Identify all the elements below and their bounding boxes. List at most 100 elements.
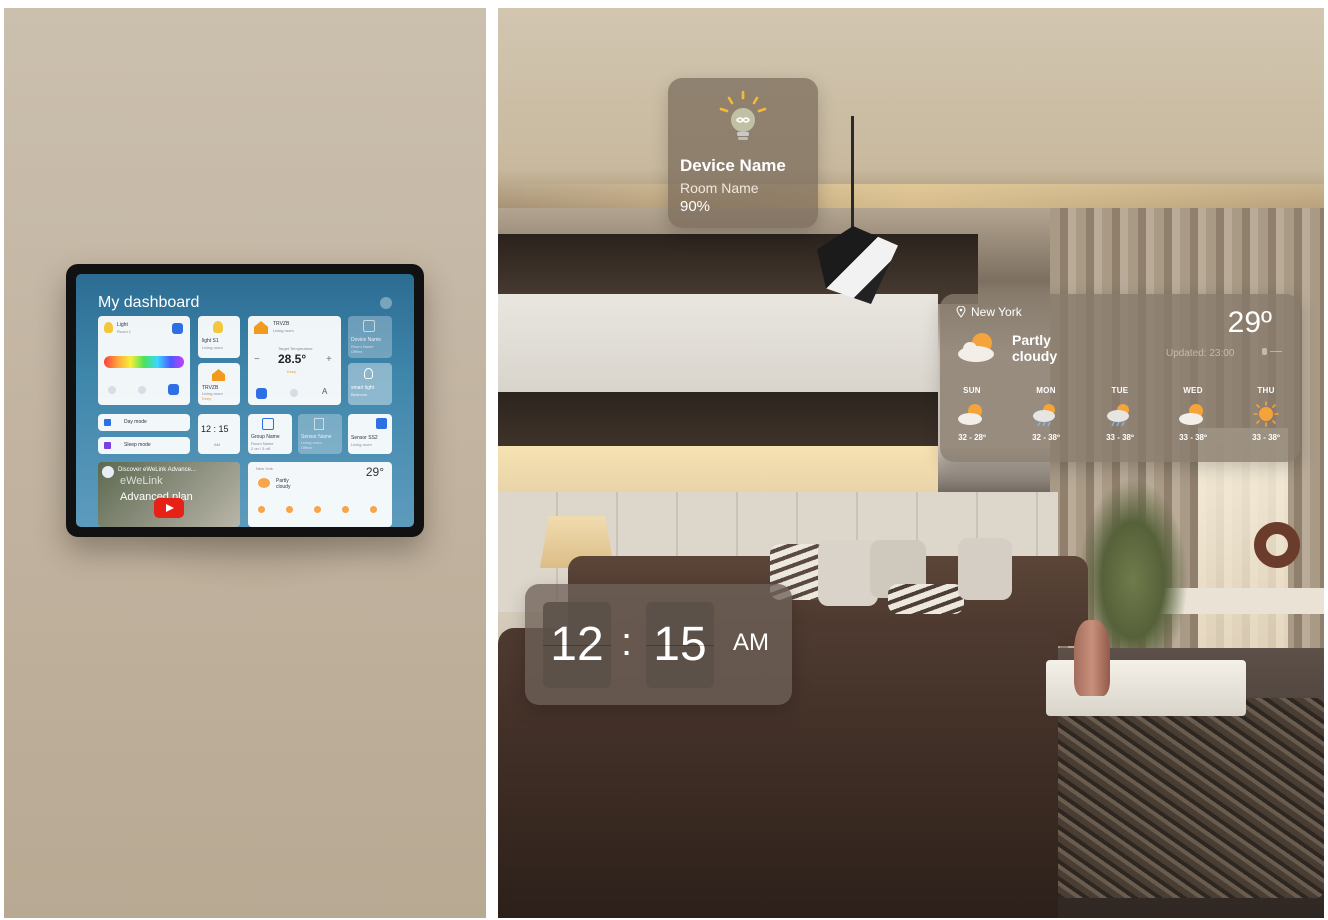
partly-cloudy-icon [958,333,994,362]
sun-icon [1253,401,1279,427]
more-icon[interactable] [380,297,392,309]
brightness-icon[interactable] [108,386,116,394]
video-title: Discover eWeLink Advance... [118,467,196,473]
settings-icon[interactable] [168,384,179,395]
dashboard-title: My dashboard [98,294,200,311]
weather-temperature: 29º [1227,306,1272,339]
day-mode-button[interactable]: Day mode [98,414,190,431]
clock-hours: 12 [543,602,611,688]
forecast-day: TUE 33 - 38º [1090,386,1150,442]
pendant-cord [851,116,854,228]
partly-cloudy-icon [958,404,982,425]
switch-icon [363,320,375,332]
smart-light-card[interactable]: smart light Bedroom [348,363,392,405]
tablet-clock-period: AM [214,442,220,447]
sensor-offline-card[interactable]: Sensor Name Living room Offline [298,414,342,454]
tablet-weather-city: New York [256,466,273,471]
forecast-range: 33 - 38º [1179,433,1207,442]
sensor-card[interactable]: Sensor SS2 Living room [348,414,392,454]
rain-icon [1033,404,1055,427]
partly-cloudy-icon [1179,404,1203,425]
video-card[interactable]: Discover eWeLink Advance... eWeLink Adva… [98,462,240,527]
tablet-weather-cond: Partly cloudy [276,478,291,490]
scene-icon [104,419,111,426]
light-s1-card[interactable]: light S1 Living room [198,316,240,358]
tablet-weather-card[interactable]: New York 29° Partly cloudy [248,462,392,527]
vase [1074,620,1110,696]
lightbulb-icon [364,368,373,379]
tablet-screen: My dashboard Light Room 1 light S1 Livin… [76,274,414,527]
target-temp-label: Target Temperature [278,346,313,351]
forecast-day: SUN 32 - 28º [942,386,1002,442]
target-temp: 28.5° [278,352,307,366]
forecast-day: MON 32 - 38º [1016,386,1076,442]
ceiling [498,8,1324,208]
shelf-light [498,446,938,494]
pillow [888,584,964,614]
sleep-mode-button[interactable]: Sleep mode [98,437,190,454]
light-room: Room 1 [117,329,132,334]
forecast-day-name: THU [1257,386,1275,395]
refresh-icon[interactable] [1262,347,1284,357]
forecast-range: 32 - 38º [1032,433,1060,442]
location-pin-icon [956,306,966,318]
minus-icon[interactable]: − [254,354,260,365]
contrast-icon[interactable] [138,386,146,394]
power-button[interactable] [256,388,267,399]
forecast-icon [314,506,321,513]
clock-widget: 12 : 15 AM [525,584,792,705]
forecast-icon [370,506,377,513]
video-channel: eWeLink [120,475,163,487]
offline-device-status: Offline [351,349,363,354]
tablet-device: My dashboard Light Room 1 light S1 Livin… [66,264,424,537]
pillow [958,538,1012,600]
light-s1-name: light S1 [202,338,219,344]
device-room: Room Name [680,180,759,196]
clock-card: 12 : 15 AM [198,414,240,454]
pillow [818,540,878,606]
forecast-icon [258,506,265,513]
channel-avatar [102,466,114,478]
trvzb-card[interactable]: TRVZB Living room Target Temperature − 2… [248,316,341,405]
trvzb-card-small[interactable]: TRVZB Living room Keep [198,363,240,405]
power-button[interactable] [172,323,183,334]
color-slider[interactable] [104,356,184,368]
partly-cloudy-icon [258,478,270,488]
sensor-icon [314,418,324,430]
sensor-name: Sensor SS2 [351,435,378,441]
play-button[interactable] [154,498,184,518]
weather-condition: Partly cloudy [1012,332,1058,364]
light-card[interactable]: Light Room 1 [98,316,190,405]
weather-widget[interactable]: New York 29º Partly cloudy Updated: 23:0… [940,294,1300,462]
group-card[interactable]: Group Name Room Name 2 on / 3 off [248,414,292,454]
forecast-day-name: WED [1183,386,1203,395]
smart-light-room: Bedroom [351,392,368,397]
shelf [498,392,938,450]
clock-minutes: 15 [646,602,714,688]
group-icon [262,418,274,430]
thermostat-house-icon [212,369,225,381]
device-name: Device Name [680,156,786,175]
lightbulb-icon [104,322,113,333]
sensor-room: Living room [351,442,372,447]
clock-separator: : [621,620,633,664]
plus-icon[interactable]: + [326,354,332,365]
auto-icon[interactable]: A [322,387,327,396]
hand-icon[interactable] [290,389,298,397]
device-widget[interactable]: Device Name Room Name 90% [668,78,818,228]
group-sub: 2 on / 3 off [251,446,270,451]
forecast-range: 33 - 38º [1106,433,1134,442]
trvzb-room: Living room [273,328,294,333]
forecast-icon [342,506,349,513]
forecast-day-name: TUE [1111,386,1129,395]
tablet-clock-time: 12 : 15 [201,424,229,434]
forecast-range: 32 - 28º [958,433,986,442]
trvzb-mode: Keep [287,369,297,374]
trvzb-small-status: Keep [202,396,212,401]
light-s1-room: Living room [202,345,223,350]
scene: My dashboard Light Room 1 light S1 Livin… [0,0,1328,920]
weather-updated: Updated: 23:00 [1166,348,1235,359]
shelf-panel [498,294,938,394]
offline-device-card[interactable]: Device Name Room Name Offline [348,316,392,358]
clock-period: AM [733,629,769,656]
